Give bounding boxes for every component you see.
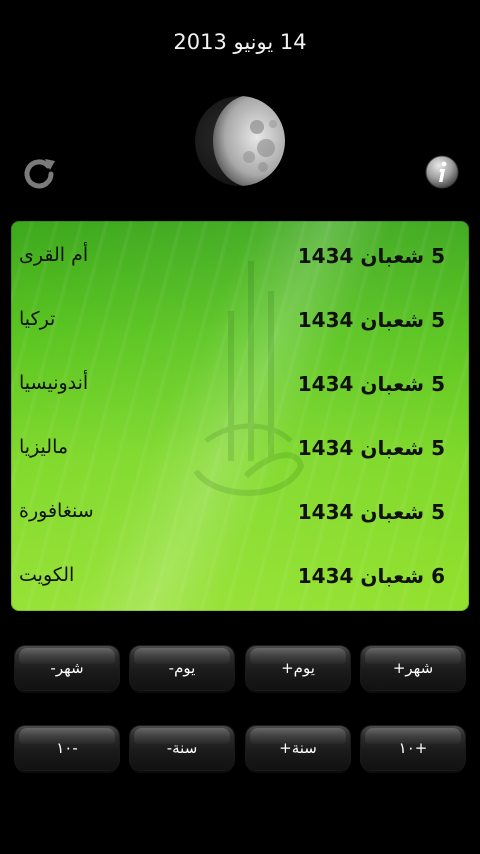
- list-item: 5 شعبان 1434 سنغافورة: [11, 480, 469, 544]
- list-item: 6 شعبان 1434 الكويت: [11, 544, 469, 608]
- gregorian-date-title: 14 يونيو 2013: [173, 30, 307, 54]
- minus-ten-button[interactable]: ١٠-: [15, 726, 119, 770]
- info-button[interactable]: [424, 154, 460, 190]
- list-item: 5 شعبان 1434 أندونيسيا: [11, 352, 469, 416]
- hijri-date: 6 شعبان 1434: [297, 564, 445, 588]
- minus-month-button[interactable]: -شهر: [15, 646, 119, 690]
- country-name: سنغافورة: [19, 500, 94, 522]
- moon-phase-icon: [195, 96, 285, 186]
- refresh-button[interactable]: [18, 152, 60, 194]
- hijri-date: 5 شعبان 1434: [297, 244, 445, 268]
- country-name: ماليزيا: [19, 436, 69, 458]
- plus-month-button[interactable]: +شهر: [361, 646, 465, 690]
- list-item: 5 شعبان 1434 أم القرى: [11, 224, 469, 288]
- list-item: 5 شعبان 1434 تركيا: [11, 288, 469, 352]
- refresh-icon: [24, 159, 55, 189]
- country-name: الكويت: [19, 564, 75, 586]
- country-name: أم القرى: [19, 244, 89, 266]
- info-icon: [425, 155, 459, 189]
- hijri-date: 5 شعبان 1434: [297, 308, 445, 332]
- screen: 14 يونيو 2013 5 شعبان 1434 أم القرى 5 شع…: [0, 0, 480, 854]
- list-item: 5 شعبان 1434 ماليزيا: [11, 416, 469, 480]
- plus-ten-button[interactable]: ١٠+: [361, 726, 465, 770]
- minus-year-button[interactable]: -سنة: [130, 726, 234, 770]
- country-name: تركيا: [19, 308, 56, 330]
- minus-day-button[interactable]: -يوم: [130, 646, 234, 690]
- hijri-dates-panel: 5 شعبان 1434 أم القرى 5 شعبان 1434 تركيا…: [11, 221, 469, 611]
- plus-day-button[interactable]: +يوم: [246, 646, 350, 690]
- country-name: أندونيسيا: [19, 372, 89, 394]
- plus-year-button[interactable]: +سنة: [246, 726, 350, 770]
- hijri-date: 5 شعبان 1434: [297, 372, 445, 396]
- hijri-date: 5 شعبان 1434: [297, 436, 445, 460]
- hijri-date: 5 شعبان 1434: [297, 500, 445, 524]
